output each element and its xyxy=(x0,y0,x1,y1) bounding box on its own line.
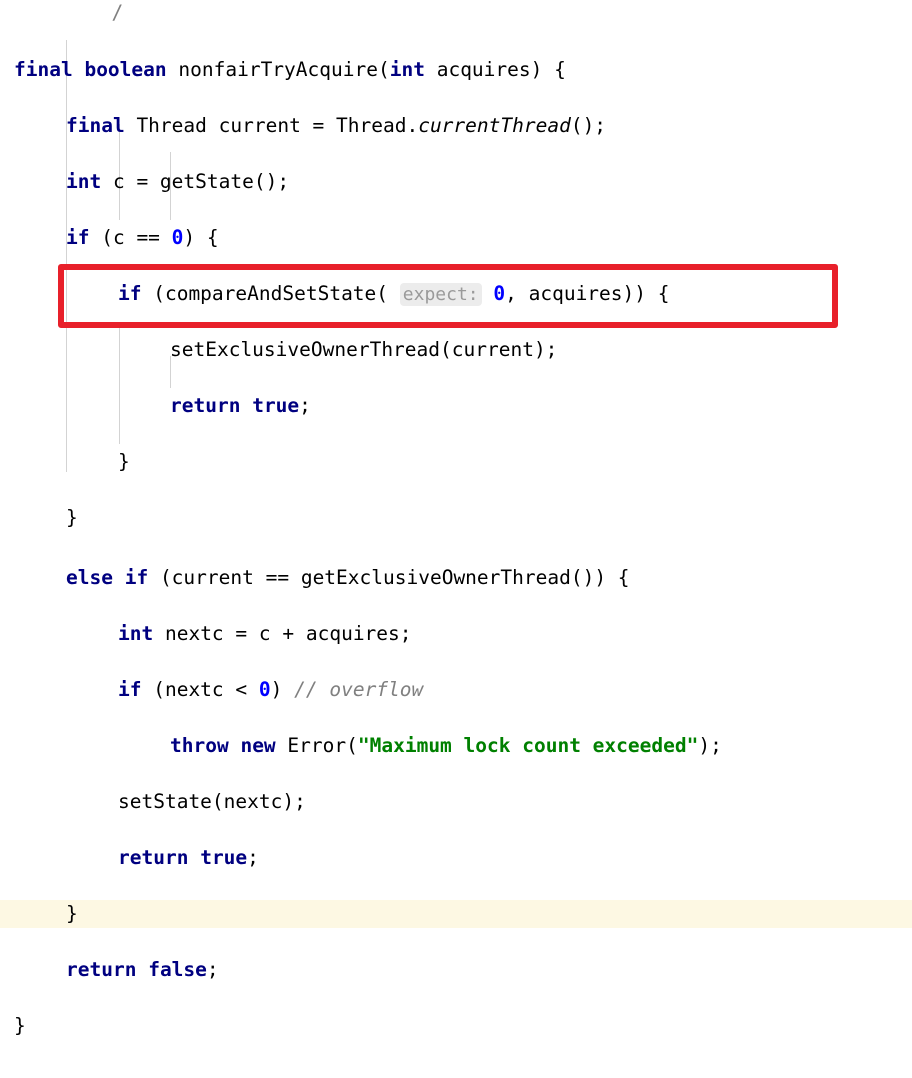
token-keyword: else xyxy=(66,566,113,589)
token-keyword: boolean xyxy=(84,58,167,81)
token-text: ) xyxy=(270,678,295,701)
token-text: , acquires)) { xyxy=(505,282,670,305)
code-line-text: return false; xyxy=(0,956,912,984)
token-keyword: if xyxy=(118,678,142,701)
code-line-text: throw new Error("Maximum lock count exce… xyxy=(0,732,912,760)
code-line-text: return true; xyxy=(0,844,912,872)
token-string: "Maximum lock count exceeded" xyxy=(357,734,699,757)
code-line[interactable]: final boolean nonfairTryAcquire(int acqu… xyxy=(0,0,912,81)
token-keyword: if xyxy=(124,566,149,589)
token-text: (c == xyxy=(89,226,172,249)
token-text: nextc = c + acquires; xyxy=(153,622,412,645)
token-keyword: new xyxy=(240,734,276,757)
code-line-text: final boolean nonfairTryAcquire(int acqu… xyxy=(0,56,912,84)
code-line-text: int c = getState(); xyxy=(0,168,912,196)
token-keyword: int xyxy=(66,170,102,193)
code-line-text: } xyxy=(0,1012,912,1040)
token-text: c = getState(); xyxy=(101,170,290,193)
token-keyword: int xyxy=(118,622,154,645)
token-text: (nextc < xyxy=(141,678,259,701)
token-punct: (); xyxy=(570,114,607,137)
code-editor[interactable]: / final boolean nonfairTryAcquire(int ac… xyxy=(0,0,912,1037)
token-keyword: return xyxy=(170,394,241,417)
token-keyword: if xyxy=(66,226,90,249)
code-line-text: else if (current == getExclusiveOwnerThr… xyxy=(0,564,912,592)
token-text: Thread current = Thread. xyxy=(124,114,419,137)
code-content-area[interactable]: / final boolean nonfairTryAcquire(int ac… xyxy=(0,0,912,1037)
token-keyword: true xyxy=(252,394,300,417)
token-keyword: false xyxy=(148,958,207,981)
code-line-text: if (c == 0) { xyxy=(0,224,912,252)
token-punct: ; xyxy=(299,394,311,417)
code-line-text: } xyxy=(0,900,912,928)
token-number: 0 xyxy=(258,678,271,701)
token-static-method: currentThread xyxy=(418,114,571,137)
token-number: 0 xyxy=(171,226,184,249)
parameter-name-hint[interactable]: expect: xyxy=(399,283,482,306)
token-punct: ; xyxy=(206,958,219,981)
token-keyword: return xyxy=(66,958,137,981)
javadoc-slash-glyph: / xyxy=(111,1,124,24)
token-punct: ; xyxy=(247,846,259,869)
token-text: setState(nextc); xyxy=(118,790,306,813)
code-line-text: return true; xyxy=(0,392,912,420)
token-keyword: throw xyxy=(170,734,229,757)
token-number: 0 xyxy=(493,282,506,305)
token-comment: // overflow xyxy=(294,678,424,701)
token-text: ); xyxy=(698,734,722,757)
token-brace: } xyxy=(118,450,130,473)
code-line-text: final Thread current = Thread.currentThr… xyxy=(0,112,912,140)
token-text: (compareAndSetState( xyxy=(141,282,400,305)
token-punct: ) { xyxy=(530,58,566,81)
token-keyword: if xyxy=(118,282,142,305)
token-keyword: final xyxy=(14,58,73,81)
token-keyword: int xyxy=(389,58,425,81)
code-line-text: setState(nextc); xyxy=(0,788,912,816)
token-text: Error( xyxy=(275,734,358,757)
token-text: setExclusiveOwnerThread(current); xyxy=(170,338,558,361)
token-keyword: return xyxy=(118,846,189,869)
token-brace: } xyxy=(14,1014,26,1037)
token-keyword: true xyxy=(200,846,248,869)
code-line-text: setExclusiveOwnerThread(current); xyxy=(0,336,912,364)
code-line-text: if (compareAndSetState( expect: 0, acqui… xyxy=(0,280,912,309)
token-punct: ( xyxy=(377,58,390,81)
token-text: ) { xyxy=(183,226,219,249)
token-text: (current == getExclusiveOwnerThread()) { xyxy=(148,566,630,589)
token-param: acquires xyxy=(424,58,531,81)
code-line-text: } xyxy=(0,448,912,476)
token-method-name: nonfairTryAcquire xyxy=(178,58,378,81)
token-brace: } xyxy=(66,902,78,925)
code-line-text: if (nextc < 0) // overflow xyxy=(0,676,912,704)
token-keyword: final xyxy=(66,114,125,137)
token-brace: } xyxy=(66,506,78,529)
code-line-text: int nextc = c + acquires; xyxy=(0,620,912,648)
code-line-text: } xyxy=(0,504,912,532)
javadoc-close-slash: / xyxy=(41,0,123,23)
